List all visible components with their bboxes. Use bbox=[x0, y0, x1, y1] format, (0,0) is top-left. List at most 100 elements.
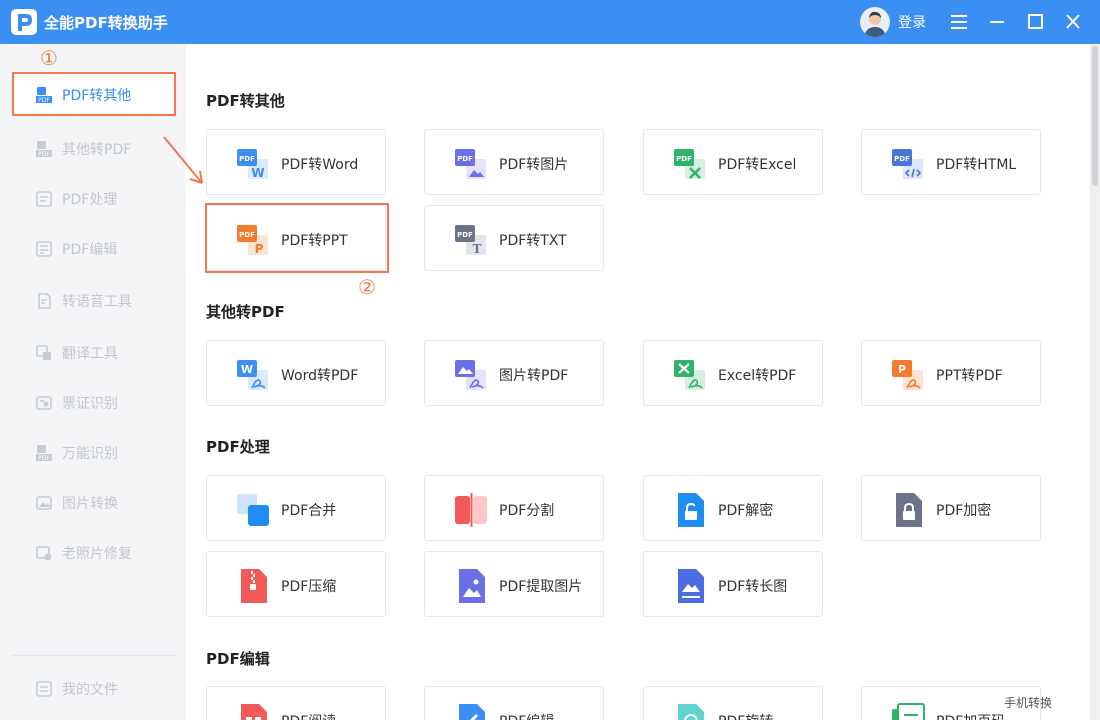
svg-text:PDF: PDF bbox=[457, 155, 473, 163]
card-pdf-to-word[interactable]: PDF W PDF转Word bbox=[206, 129, 386, 195]
sidebar-item-voice-tool[interactable]: 转语音工具 bbox=[12, 278, 176, 322]
card-label: PDF压缩 bbox=[281, 579, 337, 595]
card-pdf-read[interactable]: PDF阅读 bbox=[206, 686, 386, 720]
card-ppt-to-pdf[interactable]: P PPT转PDF bbox=[861, 340, 1041, 406]
excel-to-pdf-icon bbox=[674, 360, 705, 390]
card-label: PPT转PDF bbox=[936, 368, 1003, 384]
svg-text:PDF: PDF bbox=[38, 455, 50, 461]
edit-icon bbox=[459, 704, 485, 720]
compress-icon bbox=[241, 569, 267, 603]
sidebar-item-label: PDF编辑 bbox=[62, 242, 118, 258]
title-bar: 全能PDF转换助手 登录 bbox=[0, 0, 1100, 44]
page-number-icon bbox=[892, 703, 925, 720]
svg-text:PDF: PDF bbox=[894, 155, 910, 163]
lock-icon bbox=[896, 493, 922, 527]
sidebar-item-label: 转语音工具 bbox=[62, 294, 132, 310]
card-label: PDF转图片 bbox=[499, 157, 569, 173]
card-pdf-to-ppt[interactable]: PDF P PDF转PPT bbox=[206, 205, 386, 271]
scrollbar[interactable] bbox=[1090, 44, 1100, 720]
card-label: PDF提取图片 bbox=[499, 579, 583, 595]
sidebar-item-label: 图片转换 bbox=[62, 496, 118, 512]
pdf-to-word-icon: PDF W bbox=[237, 149, 268, 180]
extract-image-icon bbox=[459, 569, 485, 603]
card-pdf-to-excel[interactable]: PDF PDF转Excel bbox=[643, 129, 823, 195]
sidebar-item-label: 翻译工具 bbox=[62, 346, 118, 362]
sidebar-item-translate-tool[interactable]: 翻译工具 bbox=[12, 330, 176, 374]
card-label: Excel转PDF bbox=[718, 368, 797, 384]
card-pdf-to-html[interactable]: PDF PDF转HTML bbox=[861, 129, 1041, 195]
card-label: PDF转TXT bbox=[499, 233, 567, 249]
annotation-arrow bbox=[163, 136, 203, 184]
svg-text:W: W bbox=[241, 363, 253, 376]
sidebar-item-pdf-to-other[interactable]: PDF PDF转其他 bbox=[12, 72, 176, 116]
card-pdf-merge[interactable]: PDF合并 bbox=[206, 475, 386, 541]
pdf-to-ppt-icon: PDF P bbox=[237, 225, 268, 256]
pdf-edit-icon bbox=[36, 241, 52, 257]
image-to-pdf-icon bbox=[455, 360, 486, 390]
card-label: PDF转HTML bbox=[936, 157, 1017, 173]
card-label: PDF加页码 bbox=[936, 711, 1005, 720]
card-pdf-edit[interactable]: PDF编辑 bbox=[424, 686, 604, 720]
card-excel-to-pdf[interactable]: Excel转PDF bbox=[643, 340, 823, 406]
sidebar-item-label: 万能识别 bbox=[62, 446, 118, 462]
card-pdf-compress[interactable]: PDF压缩 bbox=[206, 551, 386, 617]
sidebar-item-photo-repair[interactable]: 老照片修复 bbox=[12, 530, 176, 574]
card-label: PDF解密 bbox=[718, 503, 774, 519]
card-pdf-rotate[interactable]: PDF旋转 bbox=[643, 686, 823, 720]
main-content: PDF转其他 PDF W PDF转Word PDF PDF转图片 PDF PDF… bbox=[186, 44, 1090, 720]
pdf-process-icon bbox=[36, 191, 52, 207]
card-pdf-encrypt[interactable]: PDF加密 bbox=[861, 475, 1041, 541]
folder-icon bbox=[36, 681, 52, 697]
translate-icon bbox=[36, 345, 51, 360]
to-pdf-icon: PDF bbox=[36, 141, 52, 157]
sidebar-item-label: PDF转其他 bbox=[62, 88, 132, 104]
sidebar-item-ticket-ocr[interactable]: 票证识别 bbox=[12, 380, 176, 424]
section-title-other-to-pdf: 其他转PDF bbox=[206, 303, 285, 321]
ticket-icon bbox=[36, 396, 52, 410]
card-label: PDF转长图 bbox=[718, 579, 788, 595]
close-icon[interactable] bbox=[1059, 8, 1087, 36]
sidebar-item-universal-ocr[interactable]: PDF 万能识别 bbox=[12, 430, 176, 474]
card-pdf-decrypt[interactable]: PDF解密 bbox=[643, 475, 823, 541]
avatar[interactable] bbox=[860, 7, 890, 37]
card-pdf-to-txt[interactable]: PDF T PDF转TXT bbox=[424, 205, 604, 271]
menu-icon[interactable] bbox=[945, 8, 973, 36]
sidebar-item-my-files[interactable]: 我的文件 bbox=[12, 666, 176, 710]
mobile-convert-link[interactable]: 手机转换 bbox=[1004, 694, 1052, 711]
card-pdf-split[interactable]: PDF分割 bbox=[424, 475, 604, 541]
card-pdf-extract-images[interactable]: PDF提取图片 bbox=[424, 551, 604, 617]
svg-text:P: P bbox=[898, 363, 906, 376]
pdf-to-image-icon: PDF bbox=[455, 149, 486, 179]
pdf-convert-icon: PDF bbox=[36, 87, 52, 103]
sidebar-item-pdf-edit[interactable]: PDF编辑 bbox=[12, 226, 176, 270]
pdf-to-excel-icon: PDF bbox=[674, 149, 705, 179]
minimize-icon[interactable] bbox=[983, 8, 1011, 36]
svg-text:PDF: PDF bbox=[239, 231, 255, 239]
card-pdf-to-image[interactable]: PDF PDF转图片 bbox=[424, 129, 604, 195]
card-label: 图片转PDF bbox=[499, 368, 569, 384]
sidebar-item-label: 票证识别 bbox=[62, 396, 118, 412]
section-title-pdf-edit: PDF编辑 bbox=[206, 650, 270, 668]
svg-text:W: W bbox=[251, 166, 264, 180]
card-image-to-pdf[interactable]: 图片转PDF bbox=[424, 340, 604, 406]
sidebar-item-label: 我的文件 bbox=[62, 682, 118, 698]
image-convert-icon bbox=[36, 496, 52, 510]
card-word-to-pdf[interactable]: W Word转PDF bbox=[206, 340, 386, 406]
login-button[interactable]: 登录 bbox=[898, 12, 926, 32]
svg-text:PDF: PDF bbox=[239, 155, 255, 163]
maximize-icon[interactable] bbox=[1021, 8, 1049, 36]
split-icon bbox=[455, 493, 487, 527]
sidebar-item-label: PDF处理 bbox=[62, 192, 118, 208]
svg-text:P: P bbox=[255, 242, 264, 256]
read-icon bbox=[241, 704, 267, 720]
annotation-step-1: ① bbox=[40, 46, 58, 70]
svg-text:PDF: PDF bbox=[38, 151, 50, 157]
svg-text:PDF: PDF bbox=[38, 97, 50, 103]
card-pdf-to-long-image[interactable]: PDF转长图 bbox=[643, 551, 823, 617]
card-label: PDF分割 bbox=[499, 503, 555, 519]
card-label: Word转PDF bbox=[281, 368, 359, 384]
card-label: PDF旋转 bbox=[718, 711, 773, 720]
sidebar-item-image-convert[interactable]: 图片转换 bbox=[12, 480, 176, 524]
scrollbar-thumb[interactable] bbox=[1092, 46, 1098, 186]
card-label: PDF编辑 bbox=[499, 711, 554, 720]
